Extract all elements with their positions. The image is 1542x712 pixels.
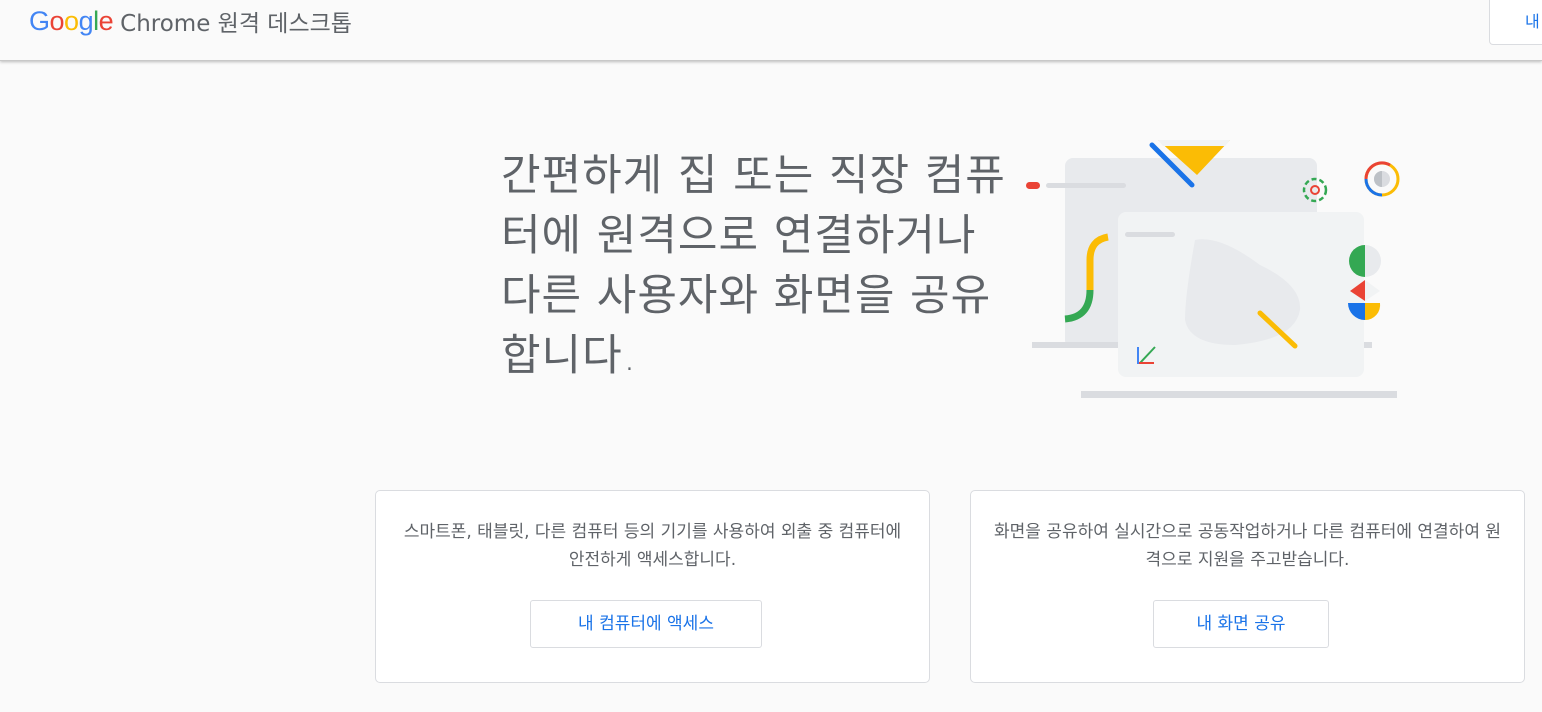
access-computer-card: 스마트폰, 태블릿, 다른 컴퓨터 등의 기기를 사용하여 외출 중 컴퓨터에 … <box>375 490 930 683</box>
header-access-button[interactable]: 내 <box>1489 0 1542 45</box>
logo-letter: e <box>98 5 114 36</box>
access-my-computer-button[interactable]: 내 컴퓨터에 액세스 <box>530 600 762 648</box>
app-header: Google Chrome 원격 데스크톱 내 <box>0 0 1542 61</box>
google-chrome-remote-desktop-logo[interactable]: Google Chrome 원격 데스크톱 <box>29 3 352 39</box>
logo-letter: o <box>64 5 79 36</box>
product-name: Chrome 원격 데스크톱 <box>120 11 352 37</box>
share-screen-card: 화면을 공유하여 실시간으로 공동작업하거나 다른 컴퓨터에 연결하여 원격으로… <box>970 490 1525 683</box>
access-computer-description: 스마트폰, 태블릿, 다른 컴퓨터 등의 기기를 사용하여 외출 중 컴퓨터에 … <box>403 522 902 570</box>
remote-desktop-illustration <box>1026 140 1400 398</box>
hero-title: 간편하게 집 또는 직장 컴퓨터에 원격으로 연결하거나 다른 사용자와 화면을… <box>501 151 1006 381</box>
logo-letter: g <box>78 5 94 36</box>
logo-letter: G <box>29 5 50 36</box>
share-screen-description: 화면을 공유하여 실시간으로 공동작업하거나 다른 컴퓨터에 연결하여 원격으로… <box>993 522 1502 570</box>
share-my-screen-button[interactable]: 내 화면 공유 <box>1153 600 1329 648</box>
google-wordmark: Google <box>29 5 114 37</box>
logo-letter: o <box>49 5 65 36</box>
